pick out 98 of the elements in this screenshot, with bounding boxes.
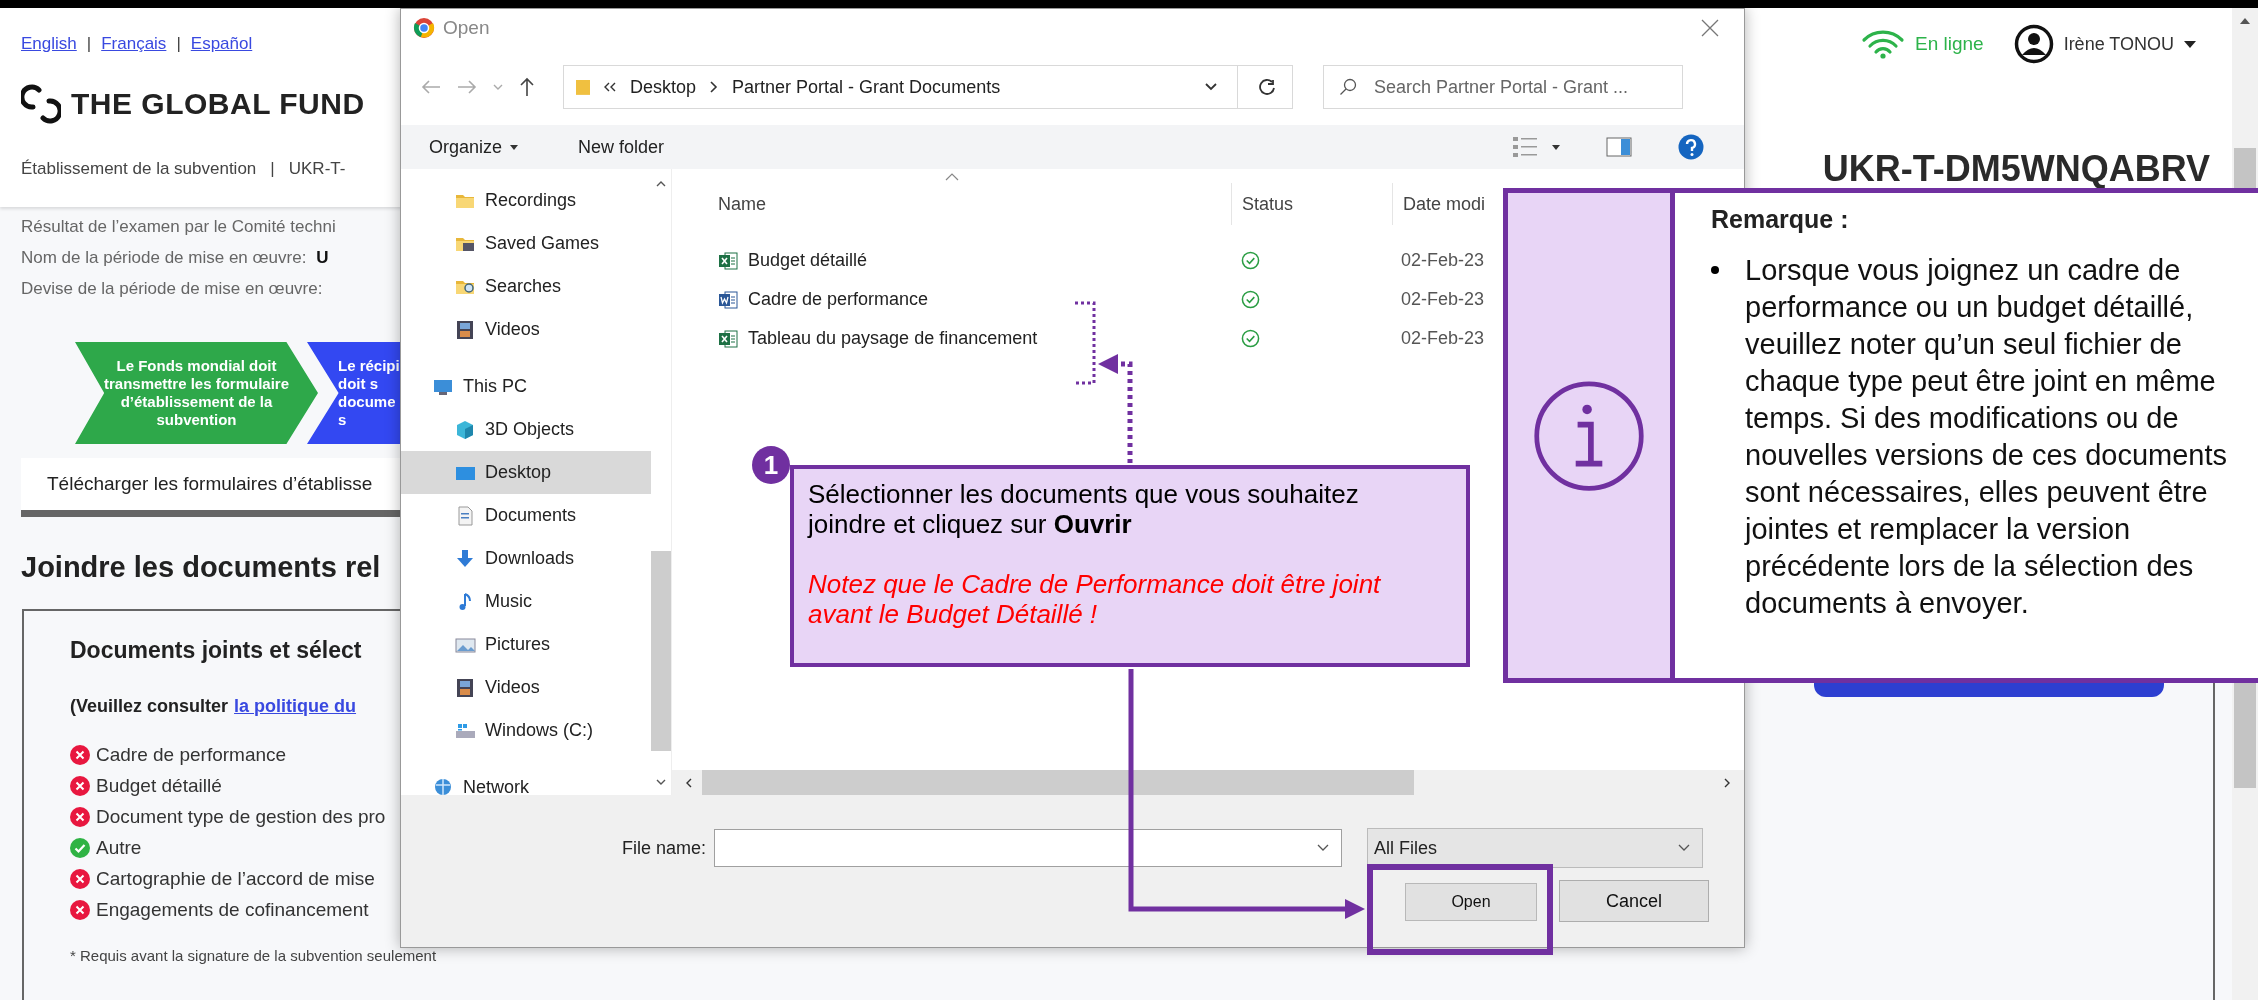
check-circle-icon [1241, 251, 1260, 270]
nav-item[interactable]: Windows (C:) [401, 709, 651, 752]
double-chevron-icon [604, 82, 616, 92]
column-header[interactable]: Date modi [1392, 183, 1486, 225]
file-name-field[interactable] [714, 829, 1342, 867]
column-header[interactable]: Status [1231, 183, 1392, 225]
nav-item[interactable]: Network [401, 766, 651, 809]
column-header[interactable]: Name [672, 193, 1231, 215]
policy-link[interactable]: la politique du [234, 696, 357, 717]
check-circle-icon [1241, 329, 1260, 348]
breadcrumb-separator: | [270, 158, 275, 179]
close-icon[interactable] [1700, 17, 1720, 38]
document-file-icon [718, 289, 738, 310]
remark-text: Lorsque vous joignez un cadre de performance ou un budget détaillé, veuillez noter qu’un seul fichier de chaque type peut être joint en même temps. Si des modifications ou de nouvelles versions de ces documents sont nécessaires, elles peuvent être jointes et remplacer la version précédente lors de la sélection des documents à envoyer. [1745, 253, 2228, 621]
policy-note: (Veuillez consulter [70, 696, 229, 717]
section-title: Joindre les documents rel [21, 551, 381, 584]
file-name[interactable]: Tableau du paysage de financement [748, 328, 1038, 349]
document-label: Budget détaillé [96, 774, 222, 798]
nav-item[interactable]: Searches [401, 265, 651, 308]
document-label: Document type de gestion des pro [96, 805, 386, 829]
help-icon[interactable] [1678, 134, 1704, 160]
toolbar-button[interactable]: New folder [570, 132, 673, 162]
document-label: Engagements de cofinancement [96, 898, 369, 922]
info-label: Nom de la période de mise en œuvre: [21, 248, 307, 267]
nav-item[interactable]: Downloads [401, 537, 651, 580]
chevron-right-icon [710, 81, 719, 93]
language-link[interactable]: Français [101, 34, 167, 54]
nav-item[interactable]: Pictures [401, 623, 651, 666]
nav-item[interactable]: Videos [401, 666, 651, 709]
process-step: Le Fonds mondial doit transmettre les formulaire d’établissement de la subvention [75, 342, 318, 444]
dialog-title: Open [443, 16, 490, 39]
user-name[interactable]: Irène TONOU [2063, 33, 2174, 55]
file-name[interactable]: Budget détaillé [748, 250, 868, 271]
dropdown-caret-icon[interactable] [1678, 844, 1690, 852]
bullet-dot [1711, 266, 1719, 274]
footnote: * Requis avant la signature de la subvention seulement [70, 947, 438, 964]
nav-item[interactable]: Documents [401, 494, 651, 537]
remark-title: Remarque : [1711, 205, 1850, 234]
nav-item[interactable]: Music [401, 580, 651, 623]
caret-icon[interactable] [1552, 144, 1560, 150]
browser-icon [413, 16, 435, 39]
field-label: File name: [620, 837, 707, 859]
link-separator: | [176, 34, 181, 54]
film-icon [454, 318, 476, 341]
logo-icon [21, 84, 61, 124]
film-icon [454, 676, 476, 699]
info-icon [1532, 378, 1646, 493]
refresh-icon[interactable] [1258, 78, 1276, 96]
breadcrumb-item: UKR-T- [288, 158, 346, 179]
dropdown-caret-icon[interactable] [1317, 844, 1329, 852]
connection-status: En ligne [1914, 33, 1984, 55]
callout-text: Sélectionner les documents que vous souhaitez joindre et cliquez sur Ouvrir [808, 479, 1360, 539]
cube-icon [454, 418, 476, 441]
info-value: U [316, 248, 329, 267]
nav-item[interactable]: Desktop [401, 451, 651, 494]
path-segment[interactable]: Partner Portal - Grant Documents [732, 76, 1001, 98]
nav-item[interactable]: Recordings [401, 179, 651, 222]
dialog-button[interactable]: Cancel [1559, 880, 1709, 922]
grant-id: UKR-T-DM5WNQABRV [1822, 147, 2210, 190]
check-circle-icon [1241, 290, 1260, 309]
language-link[interactable]: Español [190, 34, 253, 54]
wifi-icon [1860, 29, 1905, 59]
breadcrumb-item: Établissement de la subvention [21, 158, 257, 179]
link-separator: | [86, 34, 92, 54]
nav-item[interactable]: Saved Games [401, 222, 651, 265]
view-options-icon[interactable] [1512, 135, 1538, 159]
dialog-button[interactable]: Open [1405, 883, 1537, 921]
panel-title: Documents joints et sélect [70, 637, 362, 664]
file-type-dropdown[interactable]: All Files [1367, 828, 1703, 868]
dropdown-caret-icon[interactable] [1205, 83, 1217, 91]
caret-icon[interactable] [510, 144, 519, 150]
document-label: Cartographie de l’accord de mise [96, 867, 375, 891]
file-date: 02-Feb-23 [1400, 250, 1485, 271]
document-label: Autre [96, 836, 142, 860]
info-label: Devise de la période de mise en œuvre: [21, 279, 323, 298]
file-date: 02-Feb-23 [1400, 289, 1485, 310]
scroll-up-arrow-icon[interactable] [2240, 18, 2250, 24]
path-segment[interactable]: Desktop [630, 76, 697, 98]
toolbar-button[interactable]: Organize [421, 132, 527, 162]
logo-text: THE GLOBAL FUND [71, 87, 365, 121]
language-link[interactable]: English [21, 34, 77, 54]
address-bar[interactable]: Desktop Partner Portal - Grant Documents [563, 65, 1293, 109]
document-label: Cadre de performance [96, 743, 287, 767]
search-icon [1339, 78, 1357, 96]
sort-caret-icon [945, 173, 959, 181]
file-date: 02-Feb-23 [1400, 328, 1485, 349]
spreadsheet-file-icon [718, 250, 738, 271]
folder-icon [576, 77, 590, 97]
callout-note: Notez que le Cadre de Performance doit être joint avant le Budget Détaillé ! [808, 569, 1382, 629]
caret-icon[interactable] [2184, 40, 2196, 48]
info-label: Résultat de l’examen par le Comité techni [21, 217, 336, 236]
scrollbar[interactable] [672, 770, 1744, 795]
preview-pane-icon[interactable] [1606, 137, 1632, 157]
user-avatar-icon[interactable] [2013, 24, 2054, 64]
search-field[interactable]: Search Partner Portal - Grant ... [1323, 65, 1683, 109]
spreadsheet-file-icon [718, 328, 738, 349]
up-arrow-icon[interactable] [519, 77, 535, 97]
file-name[interactable]: Cadre de performance [748, 289, 929, 310]
